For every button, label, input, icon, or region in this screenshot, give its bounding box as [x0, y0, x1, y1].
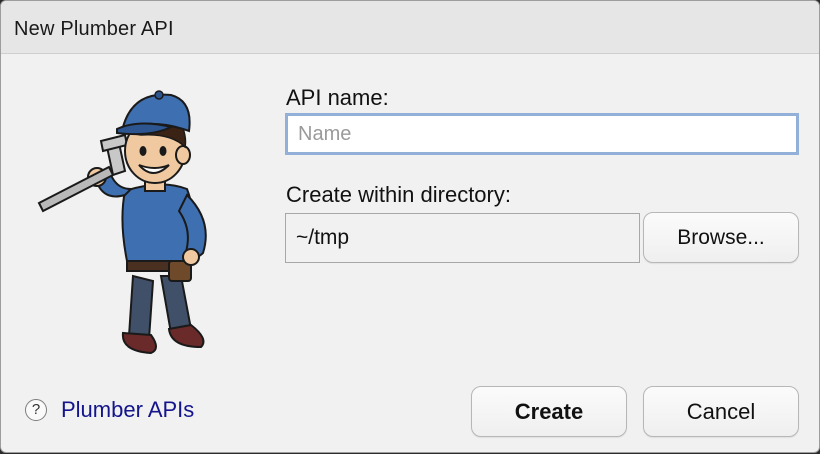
cancel-button[interactable]: Cancel — [643, 386, 799, 437]
dialog-titlebar: New Plumber API — [1, 1, 819, 54]
directory-input[interactable] — [285, 213, 640, 263]
api-name-label: API name: — [286, 85, 389, 110]
dialog-title: New Plumber API — [14, 18, 174, 40]
browse-button[interactable]: Browse... — [643, 212, 799, 263]
create-button[interactable]: Create — [471, 386, 627, 437]
help-icon: ? — [25, 399, 47, 421]
directory-label: Create within directory: — [286, 182, 511, 207]
plumber-apis-help-link[interactable]: ? Plumber APIs — [25, 395, 194, 425]
help-link-label: Plumber APIs — [61, 397, 195, 422]
plumber-mascot-icon — [37, 90, 207, 355]
new-plumber-api-dialog: New Plumber API API name: Name Create wi… — [0, 0, 820, 453]
api-name-input[interactable] — [285, 113, 799, 155]
